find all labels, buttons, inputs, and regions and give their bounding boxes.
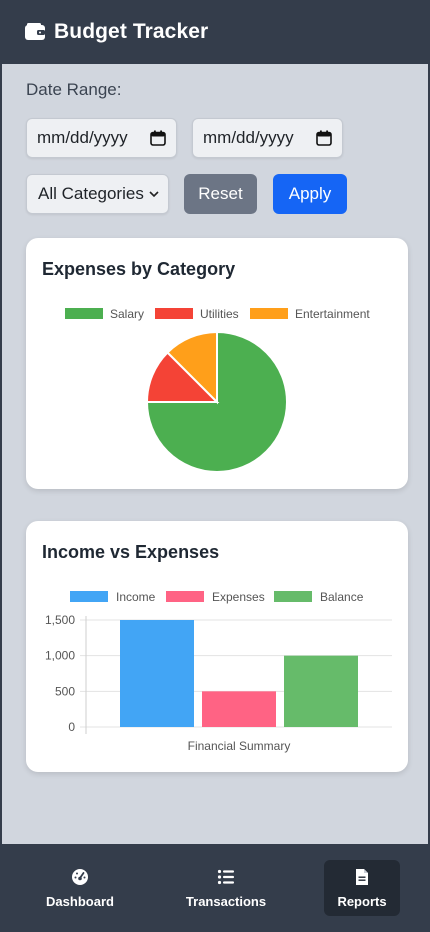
legend-label-expenses[interactable]: Expenses — [212, 590, 265, 604]
legend-label-salary[interactable]: Salary — [110, 307, 144, 321]
legend-swatch-balance[interactable] — [274, 591, 312, 602]
legend-label-entertainment[interactable]: Entertainment — [295, 307, 370, 321]
legend-swatch-salary[interactable] — [65, 308, 103, 319]
app-header: Budget Tracker — [0, 0, 430, 64]
wallet-icon — [25, 23, 45, 40]
chevron-down-icon — [149, 191, 159, 198]
nav-label-dashboard: Dashboard — [46, 893, 114, 909]
nav-item-reports[interactable]: Reports — [324, 860, 400, 916]
bar-balance[interactable] — [284, 655, 358, 727]
income-bar-chart: Income Expenses Balance 1,500 1,000 500 0 Finan… — [45, 590, 392, 753]
nav-item-dashboard[interactable]: Dashboard — [42, 860, 118, 916]
y-tick-label: 1,500 — [45, 613, 75, 627]
income-vs-expenses-card: Income vs Expenses Income Expenses Balance… — [26, 521, 408, 772]
calendar-icon[interactable] — [150, 130, 166, 146]
gauge-icon — [72, 868, 88, 885]
legend-swatch-income[interactable] — [70, 591, 108, 602]
legend-label-balance[interactable]: Balance — [320, 590, 364, 604]
apply-button[interactable]: Apply — [273, 174, 347, 214]
legend-swatch-utilities[interactable] — [155, 308, 193, 319]
end-date-input[interactable]: mm/dd/yyyy — [192, 118, 343, 158]
x-axis-label: Financial Summary — [188, 739, 291, 753]
start-date-input[interactable]: mm/dd/yyyy — [26, 118, 177, 158]
legend-label-income[interactable]: Income — [116, 590, 156, 604]
left-border — [0, 64, 2, 844]
list-icon — [217, 869, 234, 884]
y-tick-label: 0 — [68, 720, 75, 734]
date-range-label: Date Range: — [26, 80, 122, 99]
legend-swatch-expenses[interactable] — [166, 591, 204, 602]
end-date-placeholder: mm/dd/yyyy — [203, 128, 294, 147]
legend-swatch-entertainment[interactable] — [250, 308, 288, 319]
nav-label-reports: Reports — [337, 893, 387, 909]
bar-expenses[interactable] — [202, 691, 276, 727]
start-date-placeholder: mm/dd/yyyy — [37, 128, 128, 147]
document-icon — [356, 868, 368, 885]
expenses-by-category-card: Expenses by Category Salary Utilities Ente… — [26, 238, 408, 489]
nav-label-transactions: Transactions — [185, 893, 267, 909]
reset-button[interactable]: Reset — [184, 174, 257, 214]
category-select-value: All Categories — [38, 184, 144, 203]
legend-label-utilities[interactable]: Utilities — [200, 307, 239, 321]
bar-income[interactable] — [120, 620, 194, 727]
nav-item-transactions[interactable]: Transactions — [185, 860, 267, 916]
app-title: Budget Tracker — [54, 20, 209, 43]
expenses-pie-chart: Salary Utilities Entertainment — [65, 307, 370, 473]
y-tick-label: 1,000 — [45, 649, 75, 663]
category-select[interactable]: All Categories — [26, 174, 169, 214]
bottom-nav: Dashboard Transactions Reports — [0, 844, 430, 932]
y-tick-label: 500 — [55, 684, 75, 698]
calendar-icon[interactable] — [316, 130, 332, 146]
